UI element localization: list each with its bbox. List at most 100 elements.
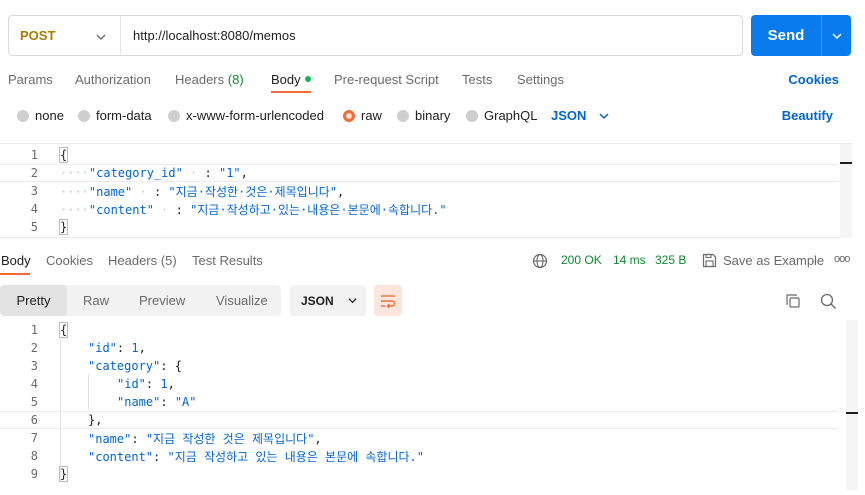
save-as-example-button[interactable]: Save as Example — [723, 253, 824, 268]
colon: : — [204, 166, 219, 180]
code-text: { — [58, 322, 69, 338]
response-body-viewer[interactable]: 1 { 2 "id": 1, 3 "category": { 4 "id": 1… — [0, 320, 858, 490]
tab-response-headers-label: Headers — [108, 253, 158, 268]
line-number: 9 — [30, 467, 38, 481]
radio-binary[interactable]: binary — [397, 108, 450, 123]
json-key: "category_id" — [88, 166, 183, 180]
tab-settings[interactable]: Settings — [517, 72, 564, 87]
json-value: 1 — [131, 341, 139, 355]
brace: { — [58, 147, 69, 163]
json-key: "id" — [117, 377, 146, 391]
colon: : — [131, 431, 146, 446]
code-text: ····"name" · : "지금·작성한·것은·제목입니다", — [60, 183, 344, 200]
copy-button[interactable] — [783, 291, 803, 311]
radio-none-label: none — [35, 108, 64, 123]
json-key: "name" — [88, 431, 132, 446]
whitespace-dots: ···· — [60, 166, 89, 180]
code-line: 2 ····"category_id" · : "1", — [0, 164, 838, 182]
radio-graphql[interactable]: GraphQL — [466, 108, 537, 123]
tab-body[interactable]: Body — [271, 72, 311, 87]
send-button[interactable]: Send — [751, 15, 851, 56]
scrollbar-thumb[interactable] — [840, 162, 852, 164]
radio-urlencoded[interactable]: x-www-form-urlencoded — [168, 108, 324, 123]
comma: , — [138, 341, 146, 355]
colon: : — [160, 395, 175, 409]
request-url-bar: POST http://localhost:8080/memos — [8, 15, 743, 56]
body-type-options: none form-data x-www-form-urlencoded raw… — [0, 108, 865, 126]
brace: } — [58, 219, 69, 235]
status-code[interactable]: 200 OK — [561, 253, 602, 267]
chevron-down-icon — [831, 32, 842, 39]
radio-raw[interactable]: raw — [343, 108, 382, 123]
json-value: "지금 작성한 것은 제목입니다" — [145, 431, 315, 446]
code-line: 3 ····"name" · : "지금·작성한·것은·제목입니다", — [0, 182, 838, 200]
json-key: "name" — [88, 184, 133, 199]
code-text: }, — [88, 413, 102, 427]
cookies-link[interactable]: Cookies — [788, 72, 839, 87]
view-raw[interactable]: Raw — [83, 285, 109, 316]
colon: : — [116, 341, 132, 355]
tab-pre-request-script[interactable]: Pre-request Script — [334, 72, 439, 87]
response-size[interactable]: 325 B — [655, 253, 686, 267]
code-text: "name": "A" — [117, 395, 197, 409]
brace: } — [58, 466, 69, 482]
code-line: 3 "category": { — [0, 357, 838, 375]
response-format-dropdown[interactable]: JSON — [290, 285, 366, 316]
request-editor-scrollbar[interactable] — [840, 144, 852, 238]
tab-tests[interactable]: Tests — [462, 72, 492, 87]
copy-icon — [786, 294, 800, 308]
code-line: 4 "id": 1, — [0, 375, 838, 393]
line-number: 4 — [30, 202, 38, 216]
line-number: 3 — [30, 184, 38, 198]
comma: , — [314, 431, 322, 446]
request-tabs: Params Authorization Headers (8) Body Pr… — [0, 70, 865, 93]
response-scrollbar[interactable] — [846, 320, 858, 490]
globe-icon[interactable] — [532, 253, 548, 269]
whitespace-dots: · — [132, 184, 154, 199]
code-line: 5 "name": "A" — [0, 393, 838, 411]
wrap-lines-button[interactable] — [374, 285, 402, 316]
tab-headers[interactable]: Headers (8) — [175, 72, 244, 87]
url-input[interactable]: http://localhost:8080/memos — [121, 28, 296, 43]
whitespace-dots: ···· — [60, 184, 89, 199]
tab-params[interactable]: Params — [8, 72, 53, 87]
code-line: 9 } — [0, 465, 838, 483]
beautify-button[interactable]: Beautify — [782, 108, 833, 123]
radio-binary-label: binary — [415, 108, 451, 123]
view-preview[interactable]: Preview — [139, 285, 185, 316]
method-select[interactable]: POST — [9, 16, 121, 55]
whitespace-dots: · — [182, 166, 205, 180]
view-pretty[interactable]: Pretty — [0, 285, 67, 316]
tab-response-body[interactable]: Body — [1, 253, 31, 268]
tab-response-headers[interactable]: Headers (5) — [108, 253, 177, 268]
request-body-editor[interactable]: 1 { 2 ····"category_id" · : "1", 3 ····"… — [0, 143, 852, 238]
line-number: 1 — [30, 323, 38, 337]
tab-response-cookies[interactable]: Cookies — [46, 253, 93, 268]
radio-form-data[interactable]: form-data — [78, 108, 152, 123]
active-tab-indicator — [271, 91, 311, 93]
line-number: 7 — [30, 431, 38, 445]
tab-test-results[interactable]: Test Results — [192, 253, 263, 268]
colon: : — [175, 202, 191, 217]
code-text: } — [58, 466, 69, 482]
brace: { — [58, 322, 69, 338]
code-text: "id": 1, — [88, 341, 146, 355]
scrollbar-thumb[interactable] — [846, 412, 858, 414]
code-text: } — [58, 219, 69, 235]
radio-none[interactable]: none — [17, 108, 64, 123]
body-format-dropdown[interactable]: JSON — [551, 108, 610, 123]
code-line: 5 } — [0, 218, 838, 236]
json-key: "name" — [117, 395, 161, 409]
search-button[interactable] — [818, 291, 838, 311]
tab-authorization[interactable]: Authorization — [75, 72, 151, 87]
line-number: 2 — [30, 166, 38, 180]
send-options-button[interactable] — [822, 30, 851, 42]
code-line: 2 "id": 1, — [0, 339, 838, 357]
colon: : — [160, 359, 175, 373]
line-number: 4 — [30, 377, 38, 391]
radio-raw-label: raw — [361, 108, 382, 123]
more-options-button[interactable]: ooo — [834, 253, 850, 265]
save-icon — [702, 253, 717, 268]
view-visualize[interactable]: Visualize — [216, 285, 268, 316]
response-time[interactable]: 14 ms — [613, 253, 646, 267]
